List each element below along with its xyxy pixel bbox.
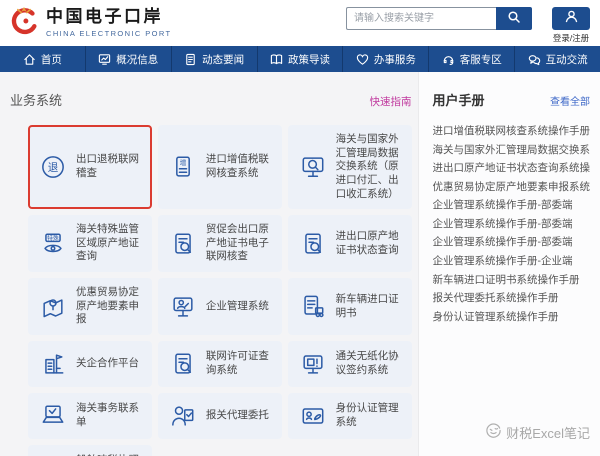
special-eye-icon: 特殊 [37,229,69,259]
svg-text:特殊: 特殊 [47,233,59,241]
doc-truck-icon [297,292,329,322]
id-card-icon [297,401,329,431]
service-heart-icon [356,53,369,66]
support-headset-icon [442,53,455,66]
header: 中国电子口岸 CHINA ELECTRONIC PORT [0,0,600,46]
manual-link[interactable]: 企业管理系统操作手册-企业端 [433,255,591,267]
manual-link[interactable]: 进口增值税联网核查系统操作手册 [433,125,591,137]
search-icon [507,10,521,27]
system-card[interactable]: 船舶吨税执照申请 [28,445,152,456]
site-subtitle: CHINA ELECTRONIC PORT [46,29,172,38]
view-all-link[interactable]: 查看全部 [550,93,590,108]
map-pin-icon [37,292,69,322]
laptop-icon [37,401,69,431]
monitor-user-icon [167,292,199,322]
overview-chart-icon [98,53,111,66]
svg-text:增: 增 [180,158,187,167]
tax-rebate-icon: 退 [37,152,69,182]
content: 业务系统 快速指南 退 出口退税联网稽查 增 进口增值税联网核查系统 海关与国家… [0,72,600,456]
svg-text:退: 退 [48,162,59,174]
system-card[interactable]: 通关无纸化协议签约系统 [288,341,412,387]
sidebar-title: 用户手册 [433,90,485,109]
manual-link[interactable]: 进出口原产地证书状态查询系统操 [433,162,591,174]
nav-item-4[interactable]: 办事服务 [342,46,428,72]
building-flag-icon [37,349,69,379]
main-nav: 首页 概况信息 动态要闻 政策导读 办事服务 客服专区 互动交流 [0,46,600,72]
search-bar [346,7,532,30]
system-card[interactable]: 海关事务联系单 [28,393,152,439]
system-card[interactable]: 特殊 海关特殊监管区域原产地证查询 [28,215,152,272]
system-card[interactable]: 贸促会出口原产地证书电子联网核查 [158,215,282,272]
manual-link[interactable]: 优惠贸易协定原产地要素申报系统 [433,181,591,193]
site-title: 中国电子口岸 [46,8,172,27]
policy-book-icon [270,53,283,66]
monitor-search-icon [297,152,329,182]
interact-chat-icon [528,53,541,66]
china-eport-page: 中国电子口岸 CHINA ELECTRONIC PORT [0,0,600,456]
manuals-list: 进口增值税联网核查系统操作手册海关与国家外汇管理局数据交换系进出口原产地证书状态… [433,125,591,323]
nav-item-6[interactable]: 互动交流 [514,46,600,72]
vat-doc-icon: 增 [167,152,199,182]
nav-item-1[interactable]: 概况信息 [85,46,171,72]
user-manual-panel: 用户手册 查看全部 进口增值税联网核查系统操作手册海关与国家外汇管理局数据交换系… [418,72,600,456]
doc-search-icon [167,229,199,259]
system-card[interactable]: 身份认证管理系统 [288,393,412,439]
system-card[interactable]: 新车辆进口证明书 [288,278,412,335]
business-systems-panel: 业务系统 快速指南 退 出口退税联网稽查 增 进口增值税联网核查系统 海关与国家… [0,72,418,456]
system-card[interactable]: 关企合作平台 [28,341,152,387]
site-logo[interactable]: 中国电子口岸 CHINA ELECTRONIC PORT [8,5,172,42]
manual-link[interactable]: 企业管理系统操作手册-部委端 [433,199,591,211]
system-card[interactable]: 企业管理系统 [158,278,282,335]
manual-link[interactable]: 新车辆进口证明书系统操作手册 [433,274,591,286]
news-doc-icon [184,53,197,66]
manual-link[interactable]: 企业管理系统操作手册-部委端 [433,218,591,230]
system-card[interactable]: 优惠贸易协定原产地要素申报 [28,278,152,335]
nav-item-3[interactable]: 政策导读 [257,46,343,72]
user-icon [564,9,579,27]
system-card[interactable]: 联网许可证查询系统 [158,341,282,387]
manual-link[interactable]: 企业管理系统操作手册-部委端 [433,236,591,248]
search-button[interactable] [496,7,532,30]
system-card[interactable]: 海关与国家外汇管理局数据交换系统（原进口付汇、出口收汇系统） [288,125,412,209]
system-card[interactable]: 进出口原产地证书状态查询 [288,215,412,272]
person-clipboard-icon [167,401,199,431]
watermark: 财税Excel笔记 [485,422,590,442]
eport-emblem-icon [8,5,40,42]
login-register-link[interactable]: 登录/注册 [553,32,589,44]
manual-link[interactable]: 报关代理委托系统操作手册 [433,292,591,304]
section-title: 业务系统 [10,90,62,109]
quick-guide-link[interactable]: 快速指南 [370,94,412,109]
nav-item-0[interactable]: 首页 [0,46,85,72]
doc-search-icon [297,229,329,259]
login-button[interactable] [552,7,590,30]
nav-item-2[interactable]: 动态要闻 [171,46,257,72]
search-input[interactable] [346,7,496,30]
nav-item-5[interactable]: 客服专区 [428,46,514,72]
manual-link[interactable]: 身份认证管理系统操作手册 [433,311,591,323]
system-card[interactable]: 增 进口增值税联网核查系统 [158,125,282,209]
home-icon [23,53,36,66]
system-card[interactable]: 退 出口退税联网稽查 [28,125,152,209]
systems-grid: 退 出口退税联网稽查 增 进口增值税联网核查系统 海关与国家外汇管理局数据交换系… [28,125,412,456]
doc-search-icon [167,349,199,379]
manual-link[interactable]: 海关与国家外汇管理局数据交换系 [433,144,591,156]
system-card[interactable]: 报关代理委托 [158,393,282,439]
monitor-sign-icon [297,349,329,379]
wink-face-icon [485,422,502,442]
watermark-text: 财税Excel笔记 [506,423,590,442]
